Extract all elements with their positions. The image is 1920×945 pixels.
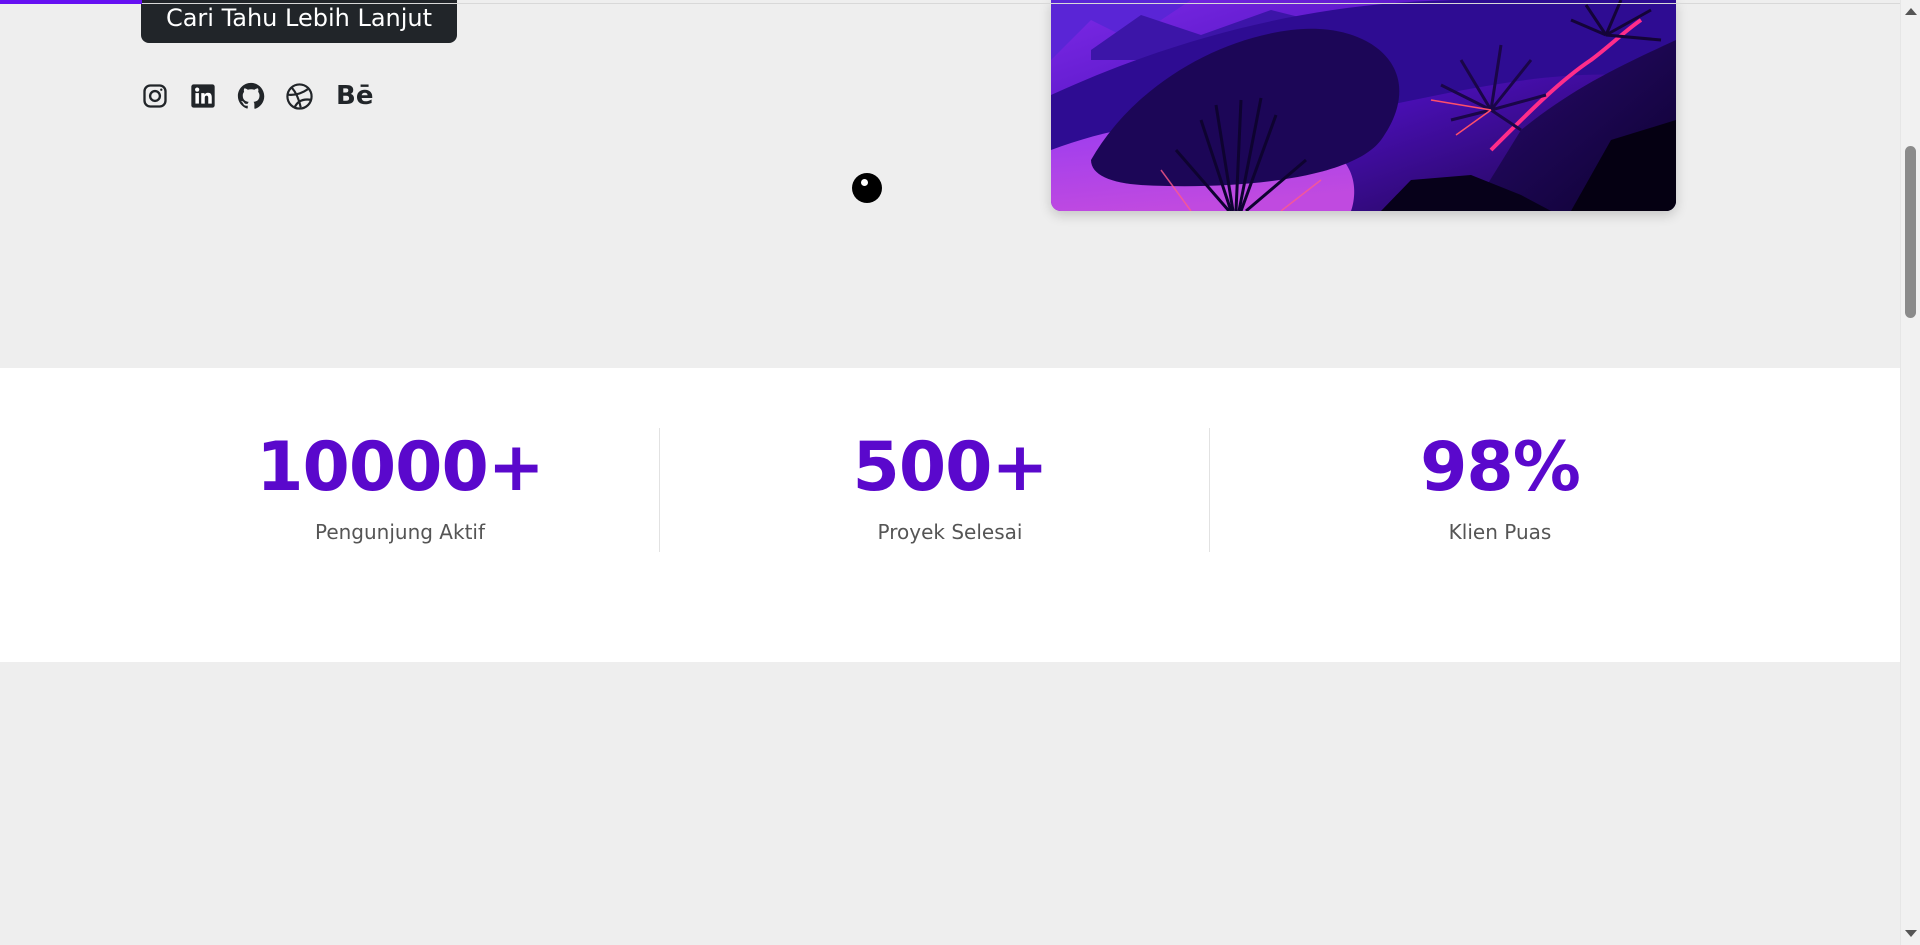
hero-section: Cari Tahu Lebih Lanjut Bē	[0, 0, 1900, 367]
github-icon[interactable]	[236, 81, 266, 111]
scrollbar[interactable]	[1900, 0, 1920, 945]
lower-section	[0, 662, 1900, 945]
instagram-icon[interactable]	[140, 81, 170, 111]
scroll-progress-bar	[0, 0, 142, 4]
stat-label: Proyek Selesai	[877, 520, 1023, 544]
scroll-up-icon[interactable]	[1905, 8, 1917, 15]
behance-icon[interactable]: Bē	[332, 81, 373, 111]
top-border	[0, 3, 1900, 4]
page: Cari Tahu Lebih Lanjut Bē 10000+ Pengunj…	[0, 0, 1920, 945]
scroll-down-icon[interactable]	[1905, 930, 1917, 937]
stat-value: 10000+	[256, 428, 545, 507]
stat-value: 500+	[852, 428, 1049, 507]
stat-item: 10000+ Pengunjung Aktif	[125, 428, 675, 544]
stat-item: 98% Klien Puas	[1225, 428, 1775, 544]
stats-section: 10000+ Pengunjung Aktif 500+ Proyek Sele…	[0, 368, 1900, 662]
stat-value: 98%	[1420, 428, 1581, 507]
learn-more-button[interactable]: Cari Tahu Lebih Lanjut	[141, 0, 457, 43]
stat-label: Pengunjung Aktif	[314, 520, 486, 544]
social-links: Bē	[140, 80, 373, 112]
stat-divider	[659, 428, 660, 552]
stat-item: 500+ Proyek Selesai	[675, 428, 1225, 544]
hero-illustration	[1051, 0, 1676, 211]
dribbble-icon[interactable]	[284, 81, 314, 111]
scrollbar-thumb[interactable]	[1905, 146, 1916, 318]
stat-label: Klien Puas	[1448, 520, 1552, 544]
stat-divider	[1209, 428, 1210, 552]
cursor-icon	[852, 173, 882, 203]
linkedin-icon[interactable]	[188, 81, 218, 111]
